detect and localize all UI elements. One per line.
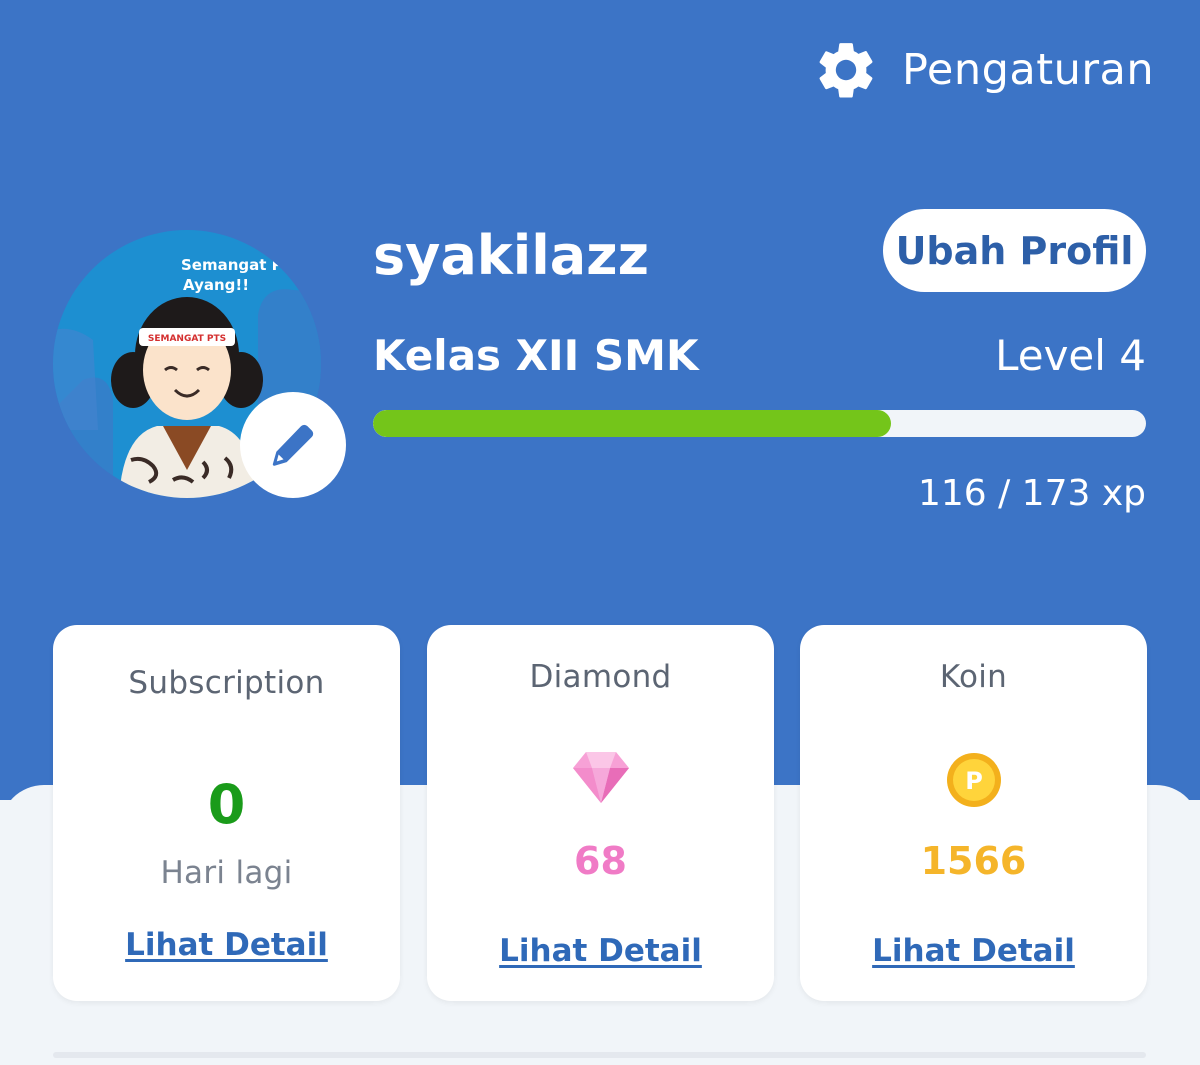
avatar-caption-line-2: Ayang!!: [183, 276, 249, 294]
gear-icon: [819, 43, 873, 98]
subscription-subtitle: Hari lagi: [160, 855, 293, 891]
edit-profile-button[interactable]: Ubah Profil: [883, 209, 1146, 292]
level-label: Level 4: [995, 331, 1146, 380]
coin-title: Koin: [939, 659, 1008, 695]
subscription-detail-link[interactable]: Lihat Detail: [53, 927, 400, 963]
diamond-icon: [572, 752, 629, 803]
diamond-detail-link[interactable]: Lihat Detail: [427, 933, 774, 969]
headband-text: SEMANGAT PTS: [148, 334, 226, 344]
xp-progress-fill: [373, 410, 892, 437]
diamond-card: Diamond 68 Lihat Detail: [427, 625, 774, 1001]
section-divider: [53, 1052, 1146, 1058]
coin-value: 1566: [920, 839, 1027, 883]
pencil-icon: [272, 424, 314, 466]
coin-icon: P: [946, 753, 1001, 807]
settings-label: Pengaturan: [902, 45, 1155, 95]
xp-text: 116 / 173 xp: [917, 473, 1146, 514]
diamond-title: Diamond: [529, 659, 672, 695]
edit-avatar-button[interactable]: [240, 392, 346, 498]
subscription-title: Subscription: [128, 665, 325, 701]
coin-detail-link[interactable]: Lihat Detail: [800, 933, 1147, 969]
subscription-card: Subscription 0 Hari lagi Lihat Detail: [53, 625, 400, 1001]
xp-progress-bar: [373, 410, 1146, 437]
diamond-value: 68: [574, 839, 627, 883]
coin-letter: P: [965, 767, 983, 795]
subscription-value: 0: [207, 773, 246, 836]
coin-card: Koin P 1566 Lihat Detail: [800, 625, 1147, 1001]
settings-button[interactable]: Pengaturan: [812, 30, 1154, 110]
class-label: Kelas XII SMK: [373, 331, 699, 380]
username: syakilazz: [373, 224, 650, 287]
avatar-caption-line-1: Semangat P: [181, 256, 283, 274]
